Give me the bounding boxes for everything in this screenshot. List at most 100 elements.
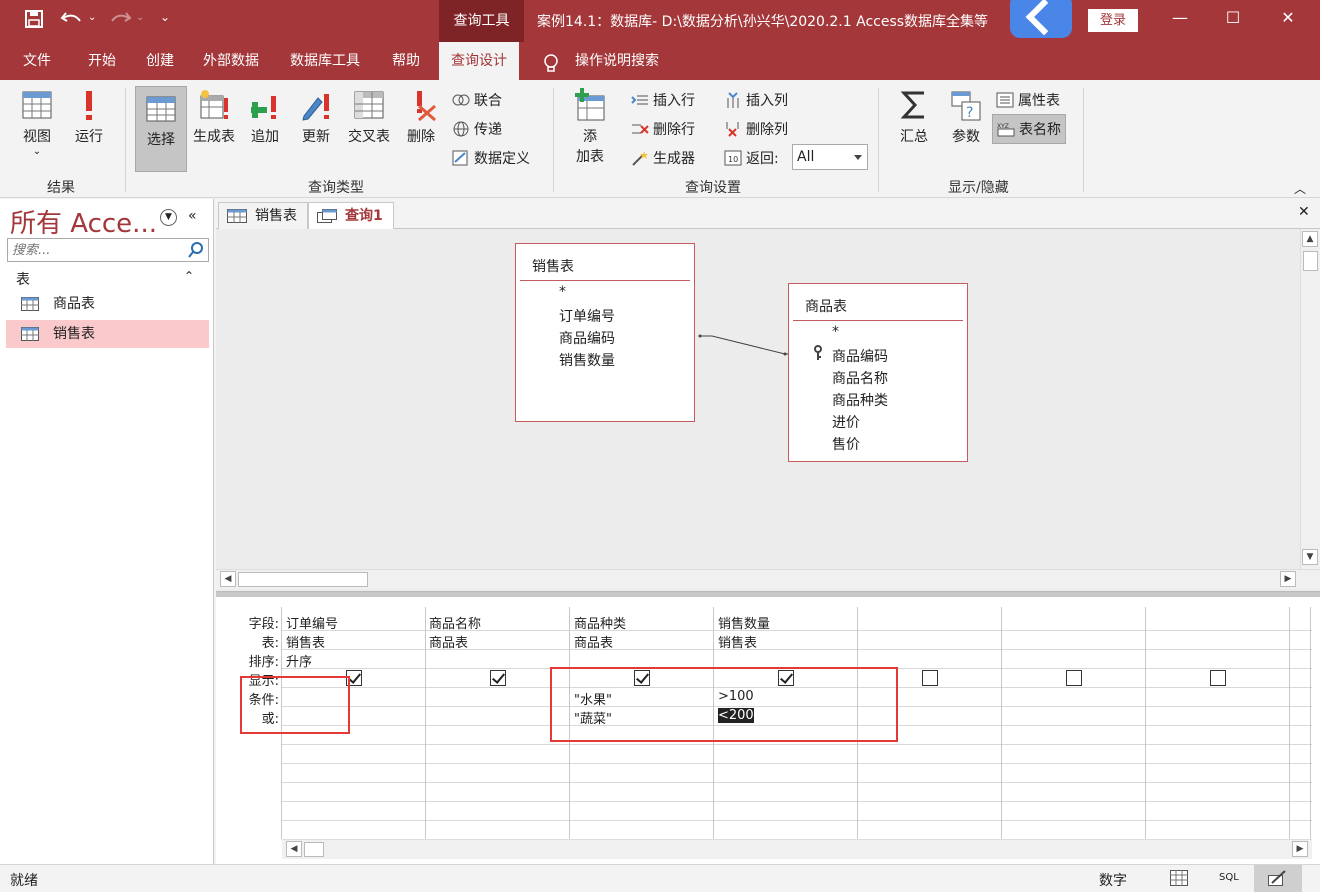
login-button[interactable]: 登录 [1088,9,1138,32]
minimize-button[interactable]: — [1165,8,1195,27]
append-button[interactable]: 追加 [246,88,284,168]
tab-help[interactable]: 帮助 [392,42,420,80]
redo-dropdown-icon[interactable]: ⌄ [136,12,144,23]
crosstab-button[interactable]: 交叉表 [345,88,393,168]
delete-query-button[interactable]: 删除 [402,88,440,168]
design-vertical-scrollbar[interactable]: ▲ ▼ [1300,229,1320,569]
tab-database-tools[interactable]: 数据库工具 [290,42,360,80]
grid-table-cell[interactable]: 销售表 [718,632,757,651]
grid-show-checkbox[interactable] [490,670,506,686]
scroll-right-icon[interactable]: ▶ [1280,571,1296,587]
parameters-button[interactable]: ? 参数 [946,88,986,168]
field-item[interactable]: * [832,324,839,340]
save-icon[interactable] [24,9,44,34]
tab-file[interactable]: 文件 [23,42,51,80]
tab-create[interactable]: 创建 [146,42,174,80]
parameters-icon: ? [951,91,981,121]
collapse-ribbon-icon[interactable]: ︿ [1294,180,1306,197]
exclamation-icon [86,91,92,120]
grid-field-cell[interactable]: 销售数量 [718,613,770,632]
undo-dropdown-icon[interactable]: ⌄ [88,12,96,23]
nav-section-tables[interactable]: 表 [16,269,30,289]
nav-collapse-icon[interactable]: « [188,208,197,224]
field-item[interactable]: * [559,284,566,300]
undo-icon[interactable] [60,9,84,34]
field-item[interactable]: 售价 [832,434,860,454]
grid-sort-cell[interactable]: 升序 [286,651,312,670]
nav-item-sales-table[interactable]: 销售表 [6,320,209,348]
insert-rows-button[interactable]: 插入行 [631,90,695,110]
grid-table-cell[interactable]: 商品表 [429,632,468,651]
close-window-button[interactable]: ✕ [1273,8,1303,27]
section-collapse-icon[interactable]: ⌃ [184,269,194,283]
grid-horizontal-scrollbar[interactable]: ◀ ▶ [282,839,1312,859]
scroll-thumb[interactable] [1303,251,1318,271]
tab-external-data[interactable]: 外部数据 [203,42,259,80]
grid-table-cell[interactable]: 商品表 [574,632,613,651]
tab-home[interactable]: 开始 [88,42,116,80]
maximize-button[interactable]: ☐ [1218,8,1248,27]
field-item[interactable]: 商品名称 [832,368,888,388]
field-item[interactable]: 商品编码 [832,346,888,366]
redo-icon[interactable] [108,9,132,34]
close-tab-icon[interactable]: ✕ [1298,204,1310,220]
run-button[interactable]: 运行 [70,88,108,168]
union-button[interactable]: 联合 [452,90,502,110]
field-item[interactable]: 商品种类 [832,390,888,410]
view-button[interactable]: 视图 ⌄ [16,88,58,168]
grid-field-cell[interactable]: 商品种类 [574,613,626,632]
scroll-thumb[interactable] [304,842,324,857]
scroll-left-icon[interactable]: ◀ [220,571,236,587]
customize-qat-icon[interactable]: ⌄ [160,10,170,24]
grid-field-cell[interactable]: 商品名称 [429,613,481,632]
query-design-canvas[interactable]: 销售表 * 订单编号 商品编码 销售数量 商品表 * 商品编码 商品名称 商品种… [216,229,1320,591]
tab-query-design[interactable]: 查询设计 [439,42,519,80]
grid-show-checkbox[interactable] [1210,670,1226,686]
return-values-select[interactable]: All [792,144,868,170]
field-item[interactable]: 进价 [832,412,860,432]
totals-button[interactable]: 汇总 [893,88,935,168]
nav-search-input[interactable] [8,239,184,261]
make-table-button[interactable]: 生成表 [190,88,238,168]
data-definition-button[interactable]: 数据定义 [452,148,530,168]
passthrough-button[interactable]: 传递 [452,119,502,139]
nav-pane-title[interactable]: 所有 Acce... [10,203,157,240]
scroll-up-icon[interactable]: ▲ [1302,231,1318,247]
delete-query-icon [417,91,436,122]
search-icon[interactable] [187,241,205,263]
design-horizontal-scrollbar[interactable]: ◀ ▶ [216,569,1320,589]
field-item[interactable]: 销售数量 [559,350,615,370]
delete-rows-button[interactable]: 删除行 [631,119,695,139]
scroll-thumb[interactable] [238,572,368,587]
grid-show-checkbox[interactable] [922,670,938,686]
builder-button[interactable]: 生成器 [631,148,695,168]
append-icon [251,96,276,119]
field-item[interactable]: 商品编码 [559,328,615,348]
sql-view-button[interactable]: SQL [1219,872,1239,883]
doc-tab-sales-table[interactable]: 销售表 [218,202,308,229]
scroll-left-icon[interactable]: ◀ [286,841,302,857]
nav-dropdown-icon[interactable]: ▼ [160,209,177,226]
tell-me-search[interactable]: 操作说明搜索 [575,42,659,80]
field-item[interactable]: 订单编号 [559,306,615,326]
update-button[interactable]: 更新 [296,88,336,168]
grid-field-cell[interactable]: 订单编号 [286,613,338,632]
delete-columns-button[interactable]: 删除列 [724,119,788,139]
field-list-sales-table[interactable]: 销售表 * 订单编号 商品编码 销售数量 [515,243,695,422]
grid-table-cell[interactable]: 销售表 [286,632,325,651]
insert-columns-button[interactable]: 插入列 [724,90,788,110]
datasheet-view-button[interactable] [1170,870,1188,890]
view-dropdown-icon: ⌄ [32,146,42,157]
doc-tab-query1[interactable]: 查询1 [308,202,394,230]
scroll-right-icon[interactable]: ▶ [1292,841,1308,857]
add-tables-button[interactable]: 添 加表 [568,88,612,176]
delete-columns-label: 删除列 [746,122,788,138]
grid-show-checkbox[interactable] [1066,670,1082,686]
field-list-product-table[interactable]: 商品表 * 商品编码 商品名称 商品种类 进价 售价 [788,283,968,462]
design-view-button[interactable] [1254,865,1302,892]
table-names-button[interactable]: XYZ 表名称 [992,114,1066,144]
property-sheet-button[interactable]: 属性表 [996,90,1060,110]
select-query-button[interactable]: 选择 [135,86,187,172]
nav-item-product-table[interactable]: 商品表 [6,290,209,318]
scroll-down-icon[interactable]: ▼ [1302,549,1318,565]
